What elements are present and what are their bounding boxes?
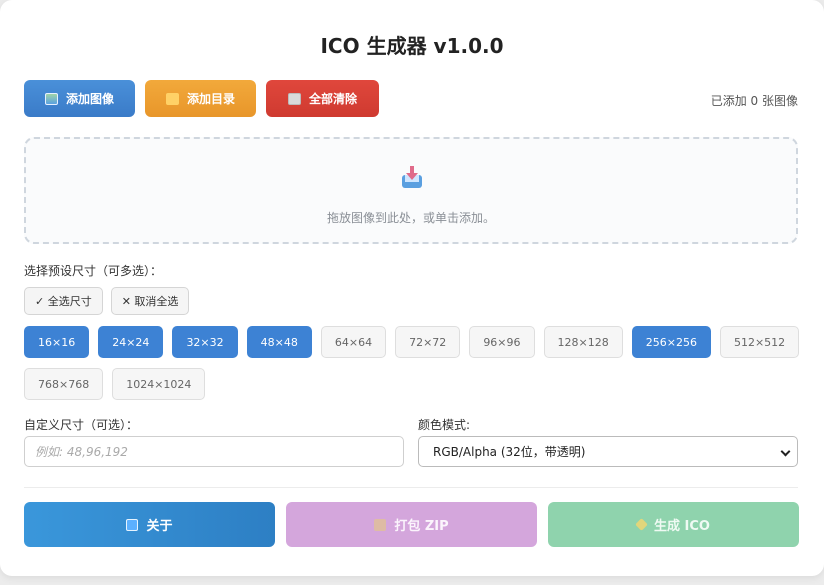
size-chip[interactable]: 512×512 xyxy=(719,326,800,358)
image-icon xyxy=(44,92,58,105)
size-chip[interactable]: 1024×1024 xyxy=(112,368,206,400)
color-mode-label: 颜色模式: xyxy=(418,418,471,432)
size-chip[interactable]: 256×256 xyxy=(631,326,711,358)
size-chip-list: 16×16 24×24 32×32 48×48 64×64 72×72 96×96 128×1… xyxy=(24,326,804,400)
about-label: 关于 xyxy=(146,519,173,534)
add-image-label: 添加图像 xyxy=(65,92,114,106)
add-directory-label: 添加目录 xyxy=(186,92,235,106)
preset-sizes-label: 选择预设尺寸（可多选）： xyxy=(24,264,163,278)
info-icon xyxy=(126,518,139,531)
divider xyxy=(24,487,798,488)
size-chip[interactable]: 32×32 xyxy=(172,326,238,358)
zip-button[interactable]: 打包 ZIP xyxy=(286,502,537,547)
size-chip[interactable]: 72×72 xyxy=(395,326,461,358)
folder-icon xyxy=(165,92,179,105)
trash-icon xyxy=(287,92,301,105)
add-image-button[interactable]: 添加图像 xyxy=(24,80,135,117)
size-chip[interactable]: 128×128 xyxy=(543,326,623,358)
size-chip[interactable]: 16×16 xyxy=(24,326,90,358)
clear-all-button[interactable]: 全部清除 xyxy=(266,80,379,117)
size-chip[interactable]: 96×96 xyxy=(469,326,535,358)
drop-zone[interactable]: 拖放图像到此处，或单击添加。 xyxy=(24,137,798,244)
page-title: ICO 生成器 v1.0.0 xyxy=(320,34,504,58)
size-chip[interactable]: 64×64 xyxy=(320,326,387,358)
package-icon xyxy=(374,518,387,531)
main-card: ICO 生成器 v1.0.0 添加图像 添加目录 全部清除 已添加 0 张图像 … xyxy=(0,0,824,576)
toolbar: 添加图像 添加目录 全部清除 xyxy=(24,80,379,117)
action-bar: 关于 打包 ZIP 生成 ICO xyxy=(24,502,799,547)
about-button[interactable]: 关于 xyxy=(24,502,275,547)
size-chip[interactable]: 768×768 xyxy=(24,368,104,400)
sparkles-icon xyxy=(635,518,648,531)
size-chip[interactable]: 48×48 xyxy=(246,326,312,358)
inbox-download-icon xyxy=(402,166,422,188)
custom-size-label: 自定义尺寸（可选）： xyxy=(24,418,139,432)
generate-label: 生成 ICO xyxy=(654,519,710,534)
drop-zone-text: 拖放图像到此处，或单击添加。 xyxy=(326,211,495,225)
color-mode-value: RGB/Alpha (32位，带透明) xyxy=(433,445,586,459)
chevron-down-icon xyxy=(780,446,791,457)
clear-all-label: 全部清除 xyxy=(308,92,357,106)
size-chip[interactable]: 24×24 xyxy=(98,326,164,358)
zip-label: 打包 ZIP xyxy=(394,519,449,534)
color-mode-select[interactable]: RGB/Alpha (32位，带透明) xyxy=(418,436,798,467)
add-directory-button[interactable]: 添加目录 xyxy=(145,80,256,117)
select-all-button[interactable]: ✓ 全选尺寸 xyxy=(24,287,103,315)
selection-buttons: ✓ 全选尺寸 ✕ 取消全选 xyxy=(24,287,190,315)
custom-size-input[interactable] xyxy=(24,436,404,467)
image-count: 已添加 0 张图像 xyxy=(710,94,798,108)
deselect-all-button[interactable]: ✕ 取消全选 xyxy=(110,287,190,315)
generate-ico-button[interactable]: 生成 ICO xyxy=(548,502,799,547)
